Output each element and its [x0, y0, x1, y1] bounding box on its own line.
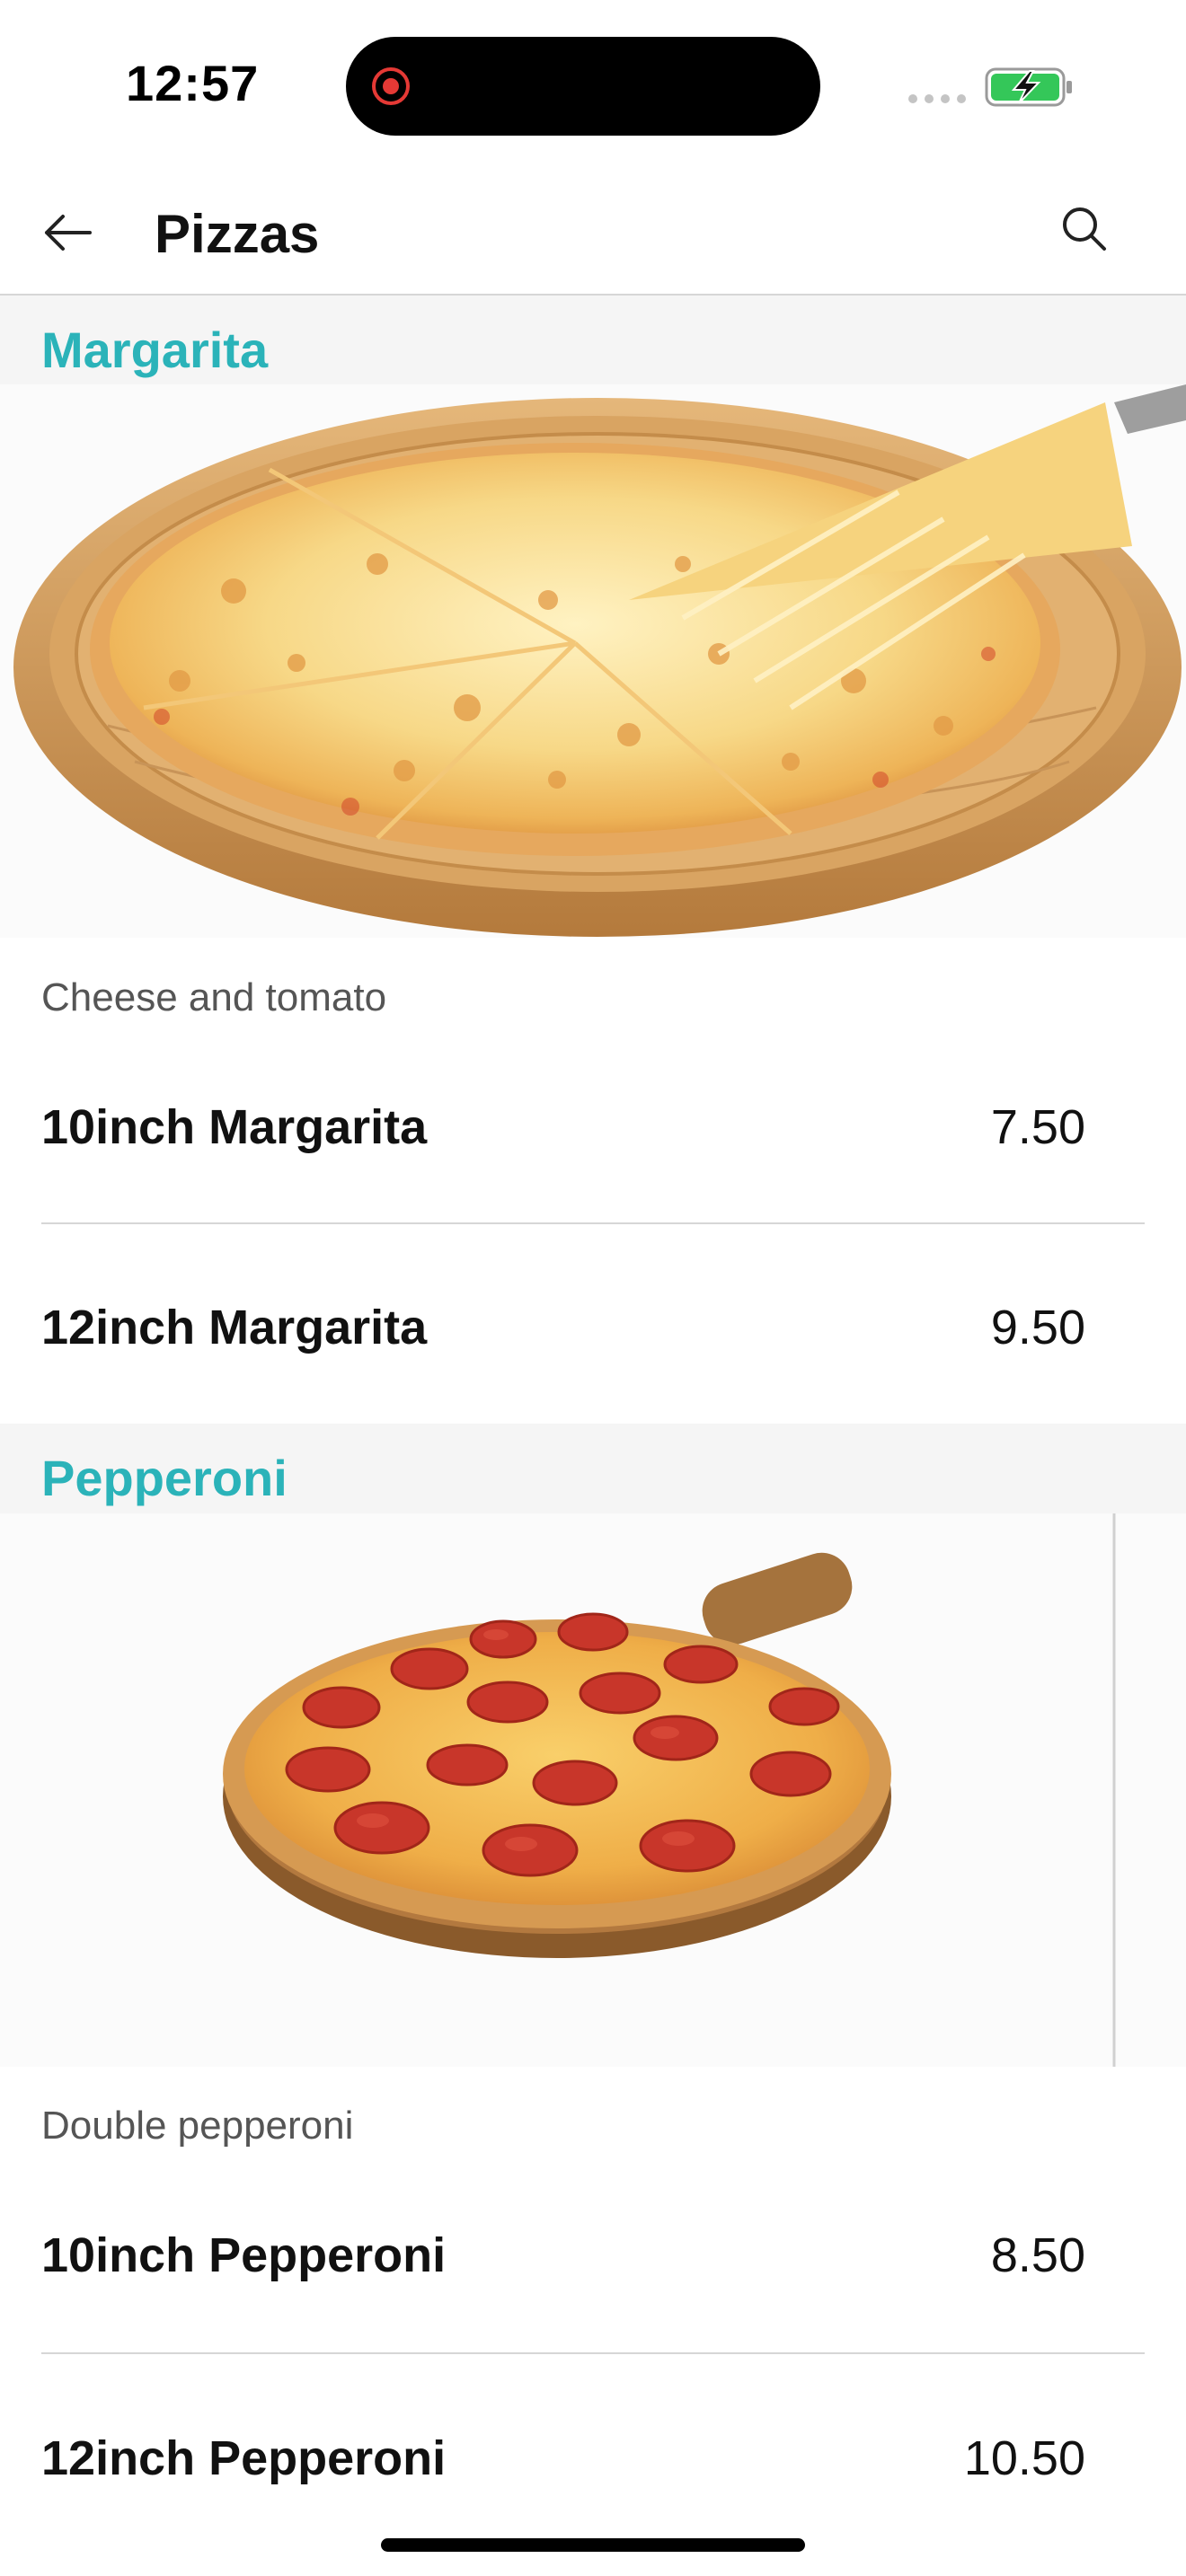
item-name: 12inch Pepperoni: [41, 2431, 447, 2485]
arrow-left-icon[interactable]: [40, 205, 95, 260]
pizza-menu-screen: 12:57 Pizzas Margarita Cheese and tomato…: [0, 0, 1186, 2576]
menu-item-row[interactable]: 12inch Margarita 9.50: [0, 1258, 1186, 1393]
page-title: Pizzas: [155, 204, 320, 264]
margarita-pizza-image: [0, 384, 1186, 938]
section-header-margarita: Margarita: [0, 296, 1186, 385]
item-price: 9.50: [990, 1301, 1085, 1354]
pepperoni-pizza-image: [0, 1513, 1186, 2067]
item-name: 10inch Pepperoni: [41, 2228, 447, 2282]
item-price: 10.50: [963, 2431, 1085, 2485]
nav-bar: Pizzas: [0, 171, 1186, 296]
search-icon[interactable]: [1058, 203, 1109, 253]
item-price: 8.50: [990, 2228, 1085, 2282]
section-description: Double pepperoni: [41, 2104, 354, 2148]
section-description: Cheese and tomato: [41, 975, 387, 1019]
menu-item-row[interactable]: 10inch Margarita 7.50: [0, 1058, 1186, 1193]
menu-item-row[interactable]: 10inch Pepperoni 8.50: [0, 2186, 1186, 2321]
section-title: Margarita: [41, 322, 269, 378]
status-time: 12:57: [126, 55, 260, 111]
status-bar: 12:57: [0, 0, 1186, 171]
battery-charging-icon: [985, 67, 1072, 107]
divider: [41, 1222, 1145, 1224]
item-name: 12inch Margarita: [41, 1301, 428, 1354]
dynamic-island: [346, 37, 820, 136]
divider: [41, 2352, 1145, 2354]
item-price: 7.50: [990, 1100, 1085, 1154]
item-name: 10inch Margarita: [41, 1100, 428, 1154]
cellular-signal-icon: [908, 94, 966, 103]
section-title: Pepperoni: [41, 1450, 288, 1506]
home-indicator[interactable]: [381, 2538, 805, 2552]
menu-item-row[interactable]: 12inch Pepperoni 10.50: [0, 2389, 1186, 2524]
screen-recording-icon: [372, 67, 410, 105]
section-header-pepperoni: Pepperoni: [0, 1424, 1186, 1513]
